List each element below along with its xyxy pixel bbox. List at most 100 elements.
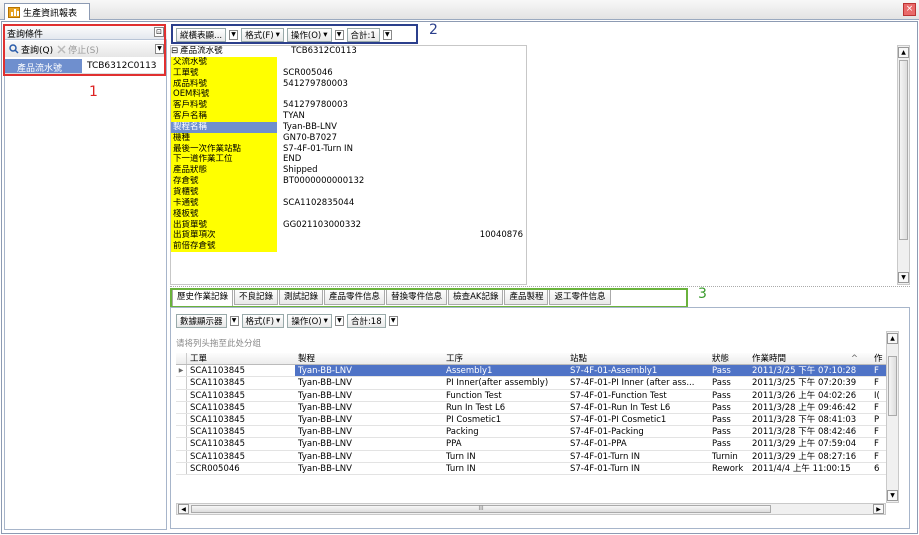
detail-value: 541279780003 <box>277 78 526 90</box>
scroll-down-icon[interactable]: ▼ <box>887 490 898 501</box>
scroll-right-icon[interactable]: ▶ <box>873 504 884 514</box>
collapse-icon[interactable]: ⊟ <box>171 46 178 57</box>
table-row[interactable]: SCA1103845 Tyan-BB-LNV PI Cosmetic1 S7-4F-0… <box>176 413 886 427</box>
table-cell: Turn IN <box>446 463 476 474</box>
data-viewer-button[interactable]: 數據顯示器 <box>176 314 227 328</box>
detail-row[interactable]: ⊟ 產品流水號 TCB6312C0113 <box>171 46 526 57</box>
detail-vertical-scrollbar[interactable]: ▲ ▼ <box>897 45 910 285</box>
detail-value: SCR005046 <box>277 67 526 79</box>
lower-toolbar: 數據顯示器 ▼ 格式(F) ▾ 操作(O) ▾ ▼ 合計:18 ▼ <box>176 313 426 329</box>
detail-value: Tyan-BB-LNV <box>277 121 526 133</box>
table-row[interactable]: SCA1103845 Tyan-BB-LNV PI Inner(after asse… <box>176 377 886 390</box>
detail-value: S7-4F-01-Turn IN <box>277 143 526 155</box>
sort-ascending-icon[interactable]: ^ <box>851 353 858 364</box>
scroll-down-icon[interactable]: ▼ <box>898 272 909 283</box>
detail-row[interactable]: 產品狀態 Shipped <box>171 165 526 177</box>
detail-label: 前倍存倉號 <box>171 241 277 253</box>
column-header[interactable]: 製程 <box>295 353 443 364</box>
report-tab[interactable]: 生產資訊報表 <box>4 3 90 20</box>
detail-row[interactable]: 機種 GN70-B7027 <box>171 132 526 144</box>
table-row[interactable]: SCR005046 Tyan-BB-LNV Turn IN S7-4F-01-Turn… <box>176 462 886 475</box>
detail-label: OEM料號 <box>171 89 277 101</box>
table-horizontal-scrollbar[interactable]: ◀ III ▶ <box>176 503 886 515</box>
table-cell: SCA1103845 <box>190 414 246 425</box>
detail-row[interactable]: OEM料號 <box>171 89 526 101</box>
detail-label: 機種 <box>171 132 277 144</box>
table-cell: 6 <box>874 463 880 474</box>
table-cell: 2011/3/28 上午 09:46:42 <box>752 402 857 413</box>
detail-label: 最後一次作業站點 <box>171 143 277 155</box>
table-row[interactable]: SCA1103845 Tyan-BB-LNV Function Test S7-4F-… <box>176 389 886 402</box>
column-header[interactable]: 站點 <box>567 353 709 364</box>
chevron-down-icon[interactable]: ▼ <box>388 316 398 326</box>
detail-row[interactable]: 最後一次作業站點 S7-4F-01-Turn IN <box>171 143 526 155</box>
detail-row[interactable]: 前倍存倉號 <box>171 241 526 253</box>
scroll-grip: III <box>478 505 484 512</box>
detail-row[interactable]: 貨櫃號 <box>171 186 526 198</box>
group-by-hint[interactable]: 请将列头拖至此处分组 <box>176 337 261 349</box>
detail-row[interactable]: 製程名稱 Tyan-BB-LNV <box>171 121 526 133</box>
detail-row[interactable]: 父流水號 <box>171 56 526 68</box>
table-cell: 2011/3/26 上午 04:02:26 <box>752 390 857 401</box>
scroll-thumb[interactable] <box>888 356 897 416</box>
column-header[interactable]: 工序 <box>443 353 567 364</box>
table-cell: Packing <box>446 427 479 438</box>
table-row[interactable]: ▶ SCA1103845 Tyan-BB-LNV Assembly1 S7-4F-01-… <box>176 365 886 378</box>
detail-row[interactable]: 工單號 SCR005046 <box>171 67 526 79</box>
scroll-thumb[interactable] <box>899 60 908 240</box>
detail-value <box>277 186 526 198</box>
chevron-down-icon[interactable]: ▼ <box>229 316 239 326</box>
query-pane <box>4 25 167 530</box>
format-menu-label: 格式(F) <box>245 317 275 327</box>
scroll-up-icon[interactable]: ▲ <box>887 333 898 344</box>
column-header[interactable]: 工單 <box>187 353 295 364</box>
detail-value: 10040876 <box>277 230 526 242</box>
scroll-thumb[interactable]: III <box>191 505 771 513</box>
column-header[interactable]: 作 <box>872 353 886 364</box>
format-menu[interactable]: 格式(F) ▾ <box>241 314 285 328</box>
detail-row[interactable]: 成品料號 541279780003 <box>171 78 526 90</box>
table-cell: Tyan-BB-LNV <box>298 439 352 450</box>
detail-row[interactable]: 出貨單號 GG021103000332 <box>171 219 526 231</box>
table-cell: S7-4F-01-Assembly1 <box>567 365 709 377</box>
table-cell: 2011/3/29 上午 08:27:16 <box>752 451 857 462</box>
detail-row[interactable]: 下一道作業工位 END <box>171 154 526 166</box>
column-header[interactable]: 作業時間 ^ <box>749 353 872 364</box>
detail-row[interactable]: 棧板號 <box>171 208 526 220</box>
operation-menu[interactable]: 操作(O) ▾ <box>287 314 332 328</box>
table-cell: S7-4F-01-Packing <box>570 427 644 438</box>
table-row[interactable]: SCA1103845 Tyan-BB-LNV Packing S7-4F-01-Pac… <box>176 426 886 439</box>
annotation-label-3: 3 <box>698 286 707 302</box>
table-row[interactable]: SCA1103845 Tyan-BB-LNV PPA S7-4F-01-PPA Pass… <box>176 438 886 451</box>
detail-value: TCB6312C0113 <box>285 46 526 57</box>
detail-value: GG021103000332 <box>277 219 526 231</box>
row-indicator <box>176 389 187 401</box>
table-row[interactable]: SCA1103845 Tyan-BB-LNV Run In Test L6 S7-4F… <box>176 401 886 414</box>
table-row[interactable]: SCA1103845 Tyan-BB-LNV Turn IN S7-4F-01-Tur… <box>176 450 886 463</box>
chevron-down-icon[interactable]: ▼ <box>334 316 344 326</box>
table-cell: S7-4F-01-PI Cosmetic1 <box>570 414 667 425</box>
detail-value: SCA1102835044 <box>277 197 526 209</box>
detail-row[interactable]: 客戶名稱 TYAN <box>171 111 526 122</box>
chart-icon <box>8 6 20 18</box>
detail-row[interactable]: 存倉號 BT0000000000132 <box>171 176 526 187</box>
scroll-up-icon[interactable]: ▲ <box>898 47 909 58</box>
annotation-box-blue <box>171 24 418 44</box>
detail-label: 卡通號 <box>171 197 277 209</box>
detail-value: TYAN <box>277 111 526 122</box>
table-cell: 2011/4/4 上午 11:00:15 <box>752 463 851 474</box>
column-header[interactable]: 狀態 <box>709 353 749 364</box>
detail-label: 產品流水號 <box>179 46 286 57</box>
detail-row[interactable]: 卡通號 SCA1102835044 <box>171 197 526 209</box>
table-cell: Tyan-BB-LNV <box>298 451 352 462</box>
table-cell: 2011/3/28 下午 08:41:03 <box>752 414 857 425</box>
table-cell: Rework <box>712 463 744 474</box>
close-icon[interactable]: × <box>903 3 916 16</box>
detail-row[interactable]: 出貨單項次 10040876 <box>171 230 526 242</box>
detail-row[interactable]: 客戶料號 541279780003 <box>171 100 526 112</box>
table-cell: SCA1103845 <box>190 390 246 401</box>
table-vertical-scrollbar[interactable]: ▲ ▼ <box>886 331 899 503</box>
detail-value <box>277 89 526 101</box>
table-cell: 2011/3/25 下午 07:10:28 <box>749 365 872 377</box>
scroll-left-icon[interactable]: ◀ <box>178 504 189 514</box>
